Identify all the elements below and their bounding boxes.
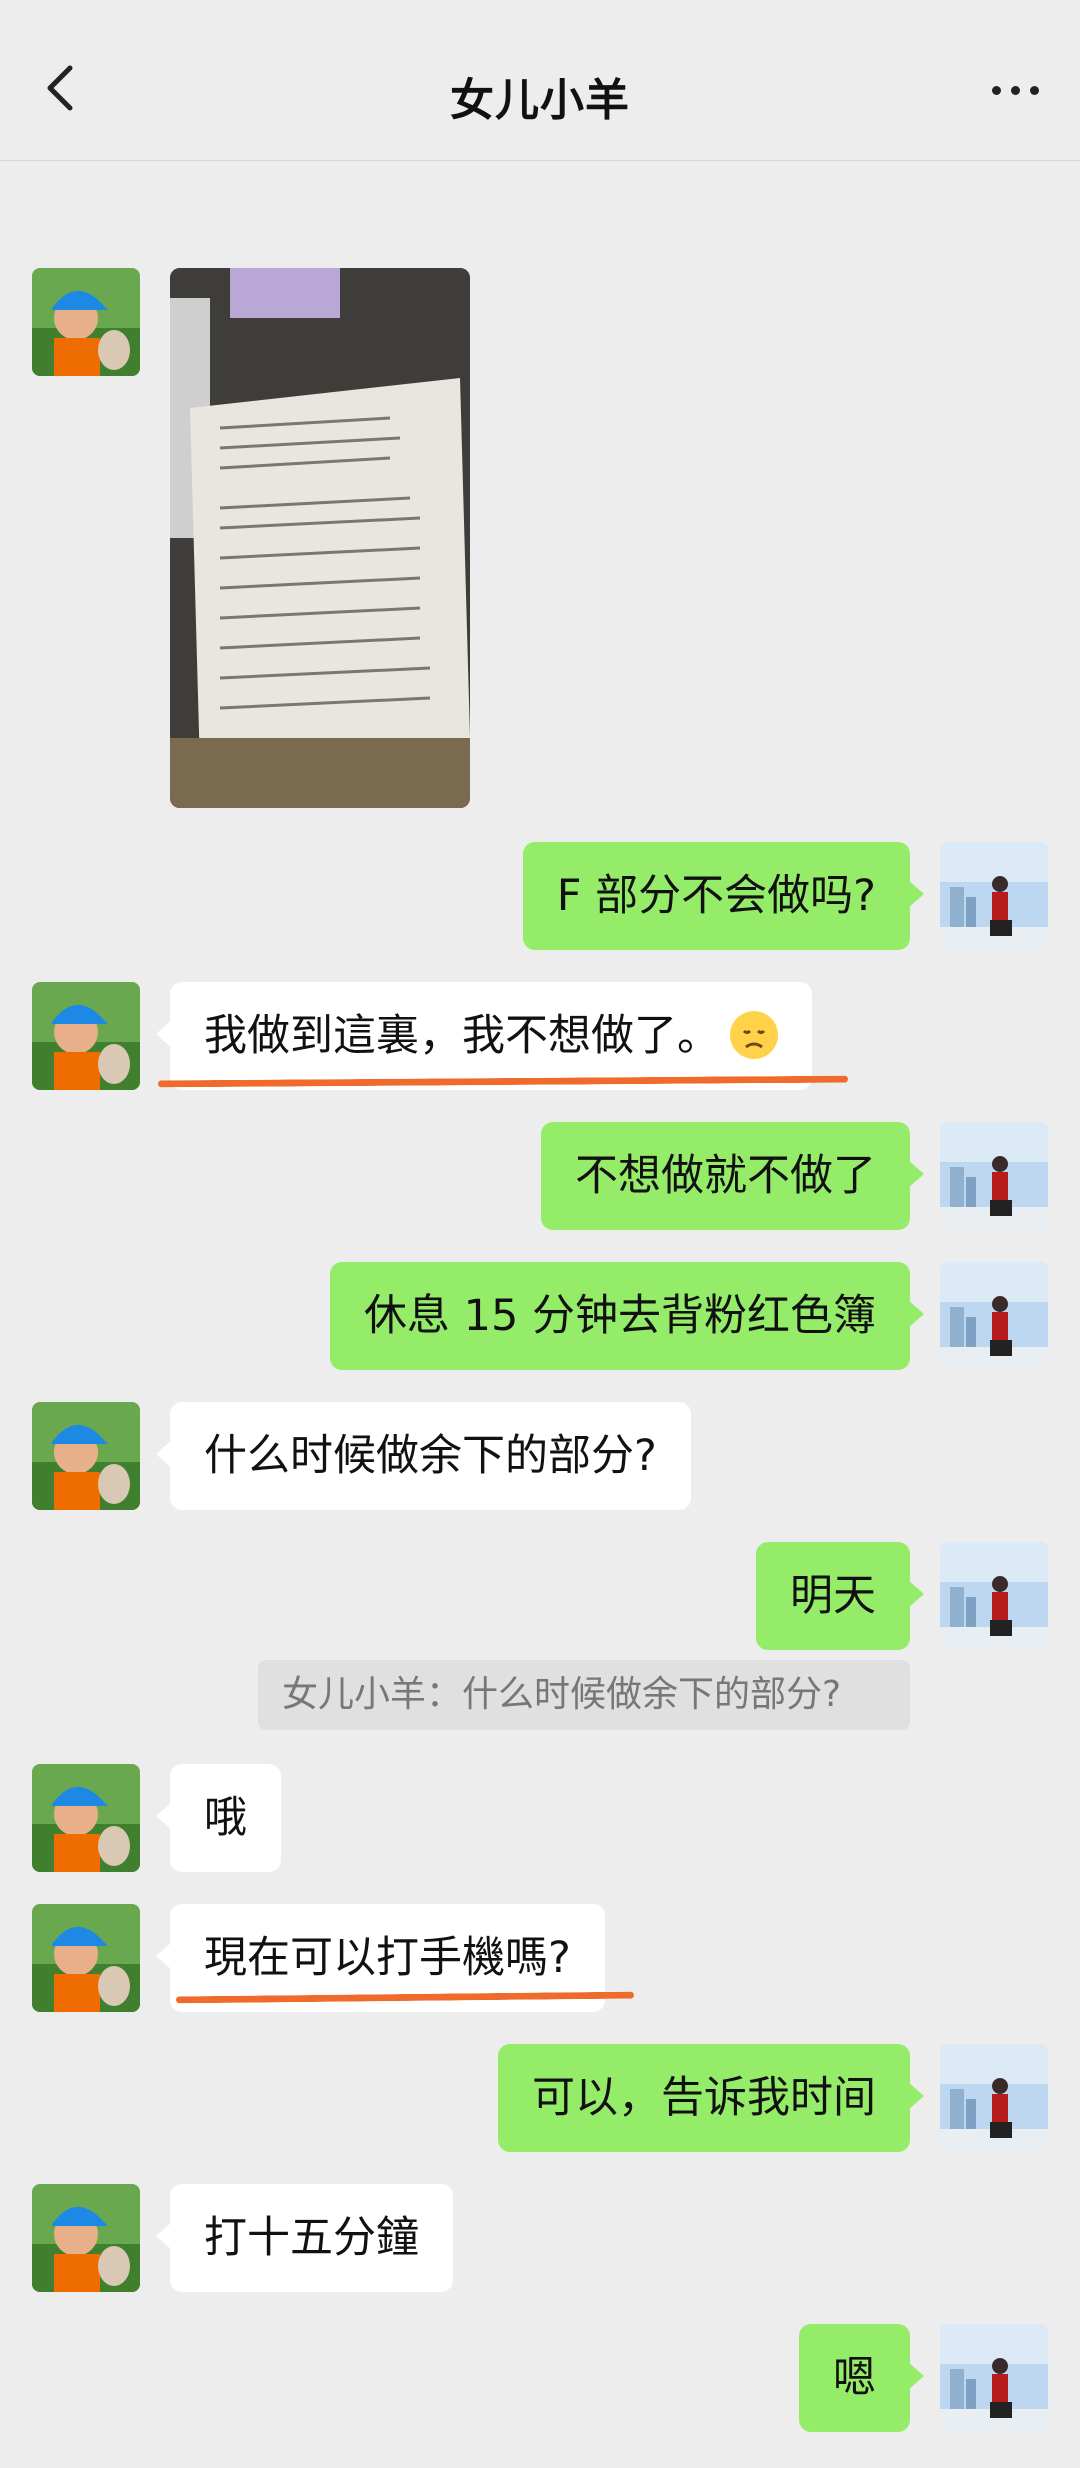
chat-header: 女儿小羊 <box>0 0 1080 161</box>
message-bubble[interactable]: 打十五分鐘 <box>156 2184 453 2292</box>
self-avatar[interactable] <box>940 1122 1048 1230</box>
disappointed-face-icon <box>730 1010 778 1059</box>
self-avatar[interactable] <box>940 842 1048 950</box>
self-avatar[interactable] <box>940 1542 1048 1650</box>
contact-avatar[interactable] <box>32 2184 140 2292</box>
message-bubble[interactable]: 休息 15 分钟去背粉红色簿 <box>329 1262 925 1370</box>
message-text: 我做到這裏，我不想做了。 <box>204 1011 720 1061</box>
message-bubble[interactable]: 我做到這裏，我不想做了。 <box>156 982 812 1090</box>
chat-title: 女儿小羊 <box>450 75 630 126</box>
self-avatar[interactable] <box>940 2324 1048 2432</box>
contact-avatar[interactable] <box>32 982 140 1090</box>
self-avatar[interactable] <box>940 1262 1048 1370</box>
worksheet-photo[interactable] <box>170 268 470 808</box>
message-bubble[interactable]: 什么时候做余下的部分? <box>156 1402 691 1510</box>
message-bubble[interactable]: 哦 <box>156 1764 281 1872</box>
message-bubble[interactable]: 明天 <box>756 1542 924 1650</box>
contact-avatar[interactable] <box>32 1402 140 1510</box>
contact-avatar[interactable] <box>32 268 140 376</box>
quoted-message[interactable]: 女儿小羊：什么时候做余下的部分? <box>258 1660 910 1730</box>
message-bubble[interactable]: F 部分不会做吗? <box>522 842 925 950</box>
more-options-button[interactable] <box>980 70 1050 110</box>
message-bubble[interactable]: 嗯 <box>799 2324 924 2432</box>
self-avatar[interactable] <box>940 2044 1048 2152</box>
contact-avatar[interactable] <box>32 1904 140 2012</box>
more-dots-icon <box>991 85 1001 95</box>
contact-avatar[interactable] <box>32 1764 140 1872</box>
message-bubble[interactable]: 可以，告诉我时间 <box>498 2044 924 2152</box>
message-bubble[interactable]: 不想做就不做了 <box>541 1122 924 1230</box>
